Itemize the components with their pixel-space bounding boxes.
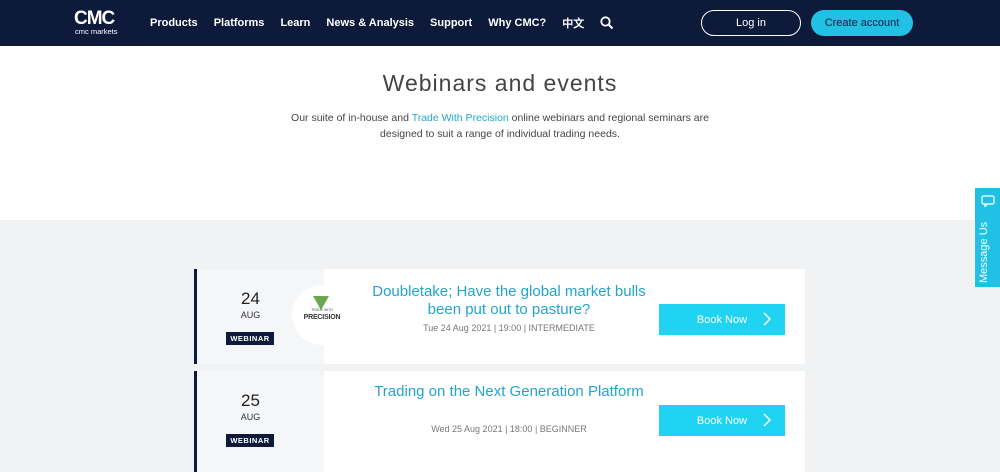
message-us-label: Message Us (978, 221, 990, 283)
nav-support[interactable]: Support (430, 17, 472, 29)
logo-mark: CMC (74, 8, 115, 29)
nav-why-cmc[interactable]: Why CMC? (488, 17, 546, 29)
nav-learn[interactable]: Learn (280, 17, 310, 29)
logo-big-text: PRECISION (303, 314, 341, 321)
event-type-badge: WEBINAR (226, 332, 274, 345)
page-title: Webinars and events (382, 70, 618, 96)
event-day: 24 (241, 289, 260, 308)
page-description: Our suite of in-house and Trade With Pre… (290, 110, 710, 142)
login-button[interactable]: Log in (701, 10, 801, 36)
cmc-logo[interactable]: CMC cmc markets (74, 9, 126, 37)
event-month: AUG (240, 412, 261, 422)
book-now-button[interactable]: Book Now (659, 405, 785, 436)
chevron-right-icon (760, 413, 774, 427)
event-day: 25 (241, 391, 260, 410)
description-text-start: Our suite of in-house and (291, 112, 412, 124)
event-date-panel: 25 AUG WEBINAR (194, 371, 324, 472)
trade-with-precision-link[interactable]: Trade With Precision (412, 112, 509, 124)
event-title[interactable]: Doubletake; Have the global market bulls… (364, 283, 654, 319)
search-icon[interactable] (600, 16, 614, 30)
event-title[interactable]: Trading on the Next Generation Platform (364, 383, 654, 401)
nav-products[interactable]: Products (150, 17, 198, 29)
book-now-label: Book Now (696, 414, 748, 427)
nav-platforms[interactable]: Platforms (214, 17, 265, 29)
nav-news-analysis[interactable]: News & Analysis (326, 17, 414, 29)
event-card: 25 AUG WEBINAR Trading on the Next Gener… (194, 371, 805, 472)
chevron-right-icon (760, 312, 774, 326)
book-now-button[interactable]: Book Now (659, 304, 785, 335)
event-type-badge: WEBINAR (226, 434, 274, 447)
logo-small-text: TRADE WITH (311, 308, 333, 312)
trade-with-precision-logo: TRADE WITH PRECISION (292, 285, 352, 345)
event-meta: Tue 24 Aug 2021 | 19:00 | INTERMEDIATE (423, 323, 595, 333)
create-account-button[interactable]: Create account (811, 10, 913, 36)
site-header: CMC cmc markets Products Platforms Learn… (0, 0, 1000, 46)
event-meta: Wed 25 Aug 2021 | 18:00 | BEGINNER (431, 424, 587, 434)
message-us-tab[interactable]: Message Us (975, 188, 1000, 287)
book-now-label: Book Now (696, 313, 748, 326)
event-month: AUG (240, 310, 261, 320)
logo-subtitle: cmc markets (75, 27, 118, 36)
event-card: 24 AUG WEBINAR TRADE WITH PRECISION Doub… (194, 269, 805, 364)
nav-chinese[interactable]: 中文 (562, 15, 584, 31)
main-nav: Products Platforms Learn News & Analysis… (150, 0, 614, 46)
